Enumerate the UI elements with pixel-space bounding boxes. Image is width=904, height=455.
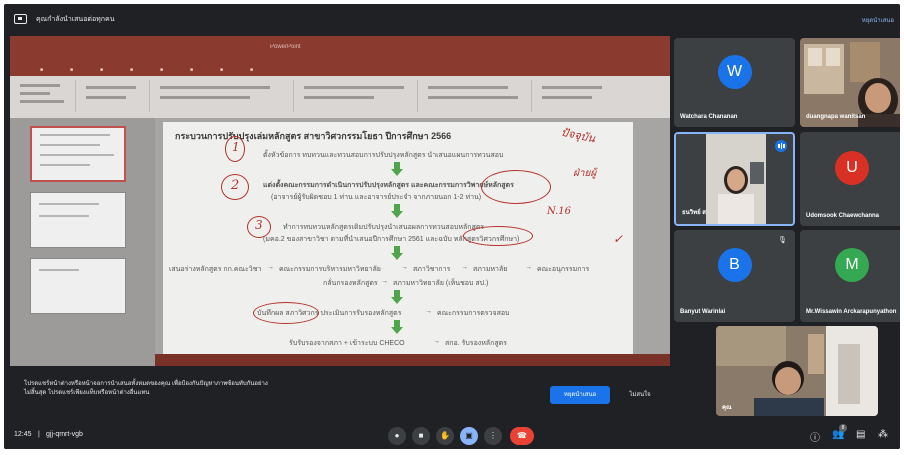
self-name: คุณ — [722, 405, 732, 411]
dismiss-button[interactable]: ไม่สนใจ — [620, 386, 660, 404]
ppt-tabs: ■ ■ ■ ■ ■ ■ ■ ■ — [10, 66, 670, 76]
participant-name: duangnapa wanitsan — [806, 114, 866, 120]
more-vert-icon: ⋮ — [489, 431, 497, 440]
avatar: U — [835, 150, 869, 185]
participant-tile[interactable]: U Udomsook Chaewchanna — [800, 132, 900, 226]
shared-screen: PowerPoint ■ ■ ■ ■ ■ ■ ■ ■ กระบวนการปรับ… — [10, 36, 670, 366]
slide-step: คณะอนุกรรมการ — [537, 266, 590, 273]
participant-tile[interactable]: duangnapa wanitsan — [800, 38, 900, 127]
ink-check: ✓ — [613, 232, 624, 246]
phone-hangup-icon: ☎ — [517, 431, 527, 440]
separator: | — [38, 431, 40, 438]
presenting-label: คุณกำลังนำเสนอต่อทุกคน — [36, 16, 115, 23]
participant-name: Mr.Wissawin Arckarapunyathon — [806, 309, 897, 315]
slide-step-arrow: → — [461, 264, 468, 271]
raise-hand-button[interactable]: ✋ — [436, 427, 454, 445]
mic-button[interactable]: ● — [388, 427, 406, 445]
slide-step: กลั่นกรองหลักสูตร — [323, 280, 378, 287]
chat-icon[interactable]: ▤ — [856, 429, 865, 440]
slide-footer-band — [155, 354, 670, 366]
participant-name: Watchara Chananan — [680, 114, 738, 120]
call-controls-bar: 12:45 | gjj-qmrt-vgb ● ■ ✋ ▣ ⋮ ☎ ⓘ 👥 8 ▤… — [4, 419, 900, 449]
warning-line: โปรดแชร์หน้าต่างหรือหน้าจอการนำเสนอทั้งห… — [24, 381, 268, 387]
ink-number: 3 — [255, 218, 263, 232]
flow-arrow — [391, 290, 403, 304]
camera-icon: ■ — [418, 431, 424, 440]
ink-note: ฝ่ายผู้ — [573, 168, 597, 179]
slide-step: สกอ. รับรองหลักสูตร — [445, 340, 507, 347]
slide-step: รับรับรองจากสภา + เข้าระบบ CHECO — [289, 340, 405, 347]
activities-icon[interactable]: ⁂ — [878, 429, 888, 440]
meeting-code: gjj-qmrt-vgb — [46, 431, 83, 438]
hand-icon: ✋ — [440, 431, 450, 440]
mic-muted-icon: 🎙 — [778, 237, 787, 244]
speaking-indicator-icon — [775, 140, 787, 152]
avatar: W — [717, 54, 752, 89]
mirror-warning: โปรดแชร์หน้าต่างหรือหน้าจอการนำเสนอทั้งห… — [24, 380, 324, 398]
stop-presenting-link[interactable]: หยุดนำเสนอ — [862, 15, 894, 25]
slide-step: คณะกรรมการตรวจสอบ — [437, 310, 510, 317]
ink-note: ปัจจุบัน — [559, 125, 597, 146]
participant-name: ธนวิทย์ ส — [682, 210, 706, 216]
slide: กระบวนการปรับปรุงเล่มหลักสูตร สาขาวิศวกร… — [163, 122, 633, 362]
present-button[interactable]: ▣ — [460, 427, 478, 445]
slide-title: กระบวนการปรับปรุงเล่มหลักสูตร สาขาวิศวกร… — [175, 131, 452, 141]
ink-circle — [481, 170, 551, 204]
leave-call-button[interactable]: ☎ — [510, 427, 534, 445]
slide-thumbnails — [10, 118, 155, 366]
avatar: M — [835, 247, 869, 282]
ppt-ribbon — [10, 76, 670, 118]
flow-arrow — [391, 246, 403, 260]
flow-arrow — [391, 204, 403, 218]
info-icon[interactable]: ⓘ — [810, 429, 820, 444]
slide-step-arrow: → — [267, 264, 274, 271]
clock: 12:45 — [14, 431, 32, 438]
ink-number: 1 — [232, 140, 240, 154]
flow-arrow — [391, 320, 403, 334]
presenting-bar: คุณกำลังนำเสนอต่อทุกคน หยุดนำเสนอ — [4, 4, 900, 34]
slide-step: ทำการทบทวนหลักสูตรเดิมปรับปรุงนำเสนอผลกา… — [283, 224, 485, 231]
slide-step: (อาจารย์ผู้รับผิดชอบ 1 ท่าน และอาจารย์ปร… — [271, 194, 482, 201]
self-view-tile[interactable]: คุณ — [716, 326, 878, 416]
ink-note: N.16 — [547, 206, 572, 217]
slide-step-arrow: → — [401, 264, 408, 271]
self-video — [716, 326, 878, 416]
slide-thumbnail[interactable] — [30, 258, 126, 314]
slide-step: สภาวิชาการ — [413, 266, 451, 273]
participant-tile[interactable]: M Mr.Wissawin Arckarapunyathon — [800, 230, 900, 322]
participant-tile-speaking[interactable]: ธนวิทย์ ส — [674, 132, 795, 226]
slide-thumbnail[interactable] — [30, 192, 126, 248]
people-count-badge: 8 — [839, 424, 847, 432]
slide-step: สภามหาลัย — [473, 266, 508, 273]
meet-window: คุณกำลังนำเสนอต่อทุกคน หยุดนำเสนอ PowerP… — [4, 4, 900, 449]
slide-step-arrow: → — [433, 338, 440, 345]
ink-circle — [463, 226, 533, 246]
participant-name: Udomsook Chaewchanna — [806, 213, 880, 219]
ppt-title-bar: PowerPoint — [10, 36, 670, 66]
slide-step: เสนอร่างหลักสูตร กก.คณะวิชา — [169, 266, 262, 273]
camera-button[interactable]: ■ — [412, 427, 430, 445]
participant-name: Banyut Warinlai — [680, 309, 726, 315]
warning-line: ไม่สิ้นสุด โปรดแชร์เพียงแท็บหรือหน้าต่าง… — [24, 390, 150, 396]
slide-step-arrow: → — [425, 308, 432, 315]
slide-step: คณะกรรมการบริหารมหาวิทยาลัย — [279, 266, 381, 273]
present-icon: ▣ — [465, 431, 473, 440]
mic-icon: ● — [394, 431, 400, 440]
avatar: B — [717, 247, 752, 282]
stop-presenting-button[interactable]: หยุดนำเสนอ — [550, 386, 610, 404]
flow-arrow — [391, 162, 403, 176]
present-screen-icon — [14, 14, 27, 24]
slide-step: แต่งตั้งคณะกรรมการดำเนินการปรับปรุงหลักส… — [263, 182, 514, 189]
ink-number: 2 — [231, 178, 240, 193]
participant-tile[interactable]: W Watchara Chananan — [674, 38, 795, 127]
slide-step: สภามหาวิทยาลัย (เห็นชอบ สป.) — [393, 280, 489, 287]
slide-step-arrow: → — [525, 264, 532, 271]
more-options-button[interactable]: ⋮ — [484, 427, 502, 445]
participant-tile[interactable]: 🎙 B Banyut Warinlai — [674, 230, 795, 322]
ink-circle — [253, 302, 319, 324]
slide-canvas: กระบวนการปรับปรุงเล่มหลักสูตร สาขาวิศวกร… — [155, 118, 670, 366]
slide-step: ตั้งหัวข้อการ ทบทวนและทวนสอบการปรับปรุงห… — [263, 152, 504, 159]
slide-thumbnail[interactable] — [30, 126, 126, 182]
slide-step-arrow: → — [381, 278, 388, 285]
